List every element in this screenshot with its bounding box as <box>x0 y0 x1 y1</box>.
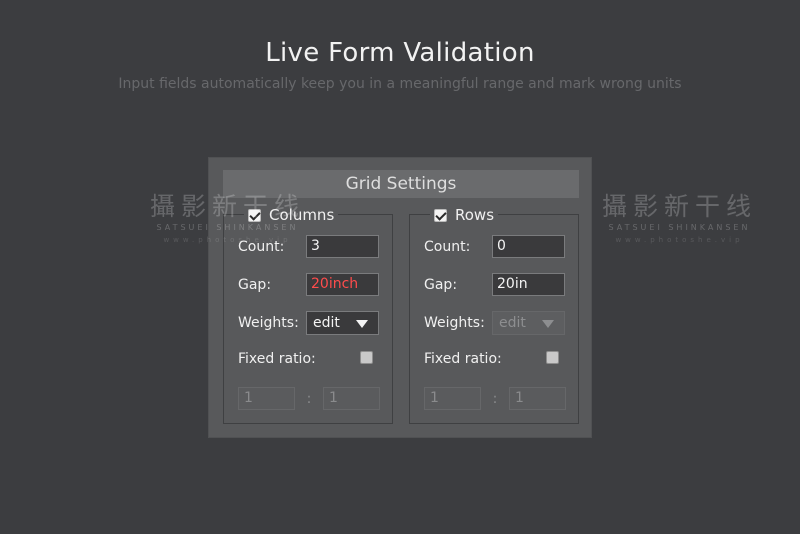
rows-checkbox[interactable] <box>434 208 447 222</box>
columns-ratio-separator: : <box>306 390 312 407</box>
columns-fixed-ratio-checkbox[interactable] <box>360 350 373 364</box>
rows-ratio-b-input[interactable]: 1 <box>509 387 566 410</box>
rows-weights-label: Weights: <box>424 315 485 331</box>
rows-ratio-row: 1 : 1 <box>424 387 566 410</box>
rows-weights-select[interactable]: edit <box>492 311 565 335</box>
columns-gap-input[interactable]: 20inch <box>306 273 379 296</box>
rows-count-label: Count: <box>424 238 471 255</box>
watermark-cn-text: 攝影新干线 <box>601 192 757 221</box>
columns-count-input[interactable]: 3 <box>306 235 379 258</box>
rows-label: Rows <box>455 206 495 224</box>
columns-ratio-b-input[interactable]: 1 <box>323 387 380 410</box>
columns-count-label: Count: <box>238 238 285 255</box>
columns-gap-label: Gap: <box>238 276 272 293</box>
columns-count-row: Count: 3 <box>238 235 379 258</box>
panel-title: Grid Settings <box>223 170 579 198</box>
columns-label: Columns <box>269 206 335 224</box>
rows-ratio-a-input[interactable]: 1 <box>424 387 481 410</box>
columns-ratio-a-input[interactable]: 1 <box>238 387 295 410</box>
columns-fixed-ratio-label: Fixed ratio: <box>238 351 316 367</box>
rows-weights-value: edit <box>499 315 526 331</box>
columns-fixed-ratio-row: Fixed ratio: <box>238 350 373 367</box>
rows-gap-row: Gap: 20in <box>424 273 565 296</box>
rows-weights-row: Weights: edit <box>424 311 565 335</box>
rows-count-input[interactable]: 0 <box>492 235 565 258</box>
watermark-url-text: www.photoshe.vip <box>615 236 744 244</box>
rows-fixed-ratio-checkbox[interactable] <box>546 350 559 364</box>
columns-weights-value: edit <box>313 315 340 331</box>
rows-group: Rows Count: 0 Gap: 20in Weights: edit Fi… <box>409 206 579 424</box>
columns-group: Columns Count: 3 Gap: 20inch Weights: ed… <box>223 206 393 424</box>
rows-fixed-ratio-row: Fixed ratio: <box>424 350 559 367</box>
rows-ratio-separator: : <box>492 390 498 407</box>
watermark-en-text: SATSUEI SHINKANSEN <box>608 223 751 232</box>
rows-count-row: Count: 0 <box>424 235 565 258</box>
page-title: Live Form Validation <box>265 38 535 68</box>
chevron-down-icon <box>542 320 554 328</box>
grid-settings-panel: Grid Settings Columns Count: 3 Gap: 20in… <box>208 157 592 438</box>
columns-weights-select[interactable]: edit <box>306 311 379 335</box>
rows-fixed-ratio-label: Fixed ratio: <box>424 351 502 367</box>
columns-ratio-row: 1 : 1 <box>238 387 380 410</box>
columns-weights-label: Weights: <box>238 315 299 331</box>
chevron-down-icon <box>356 320 368 328</box>
columns-weights-row: Weights: edit <box>238 311 379 335</box>
rows-gap-label: Gap: <box>424 276 458 293</box>
rows-legend[interactable]: Rows <box>430 206 499 224</box>
watermark-right: 攝影新干线 SATSUEI SHINKANSEN www.photoshe.vi… <box>582 192 777 246</box>
columns-gap-row: Gap: 20inch <box>238 273 379 296</box>
page-subtitle: Input fields automatically keep you in a… <box>118 76 682 92</box>
rows-gap-input[interactable]: 20in <box>492 273 565 296</box>
columns-legend[interactable]: Columns <box>244 206 339 224</box>
columns-checkbox[interactable] <box>248 208 261 222</box>
